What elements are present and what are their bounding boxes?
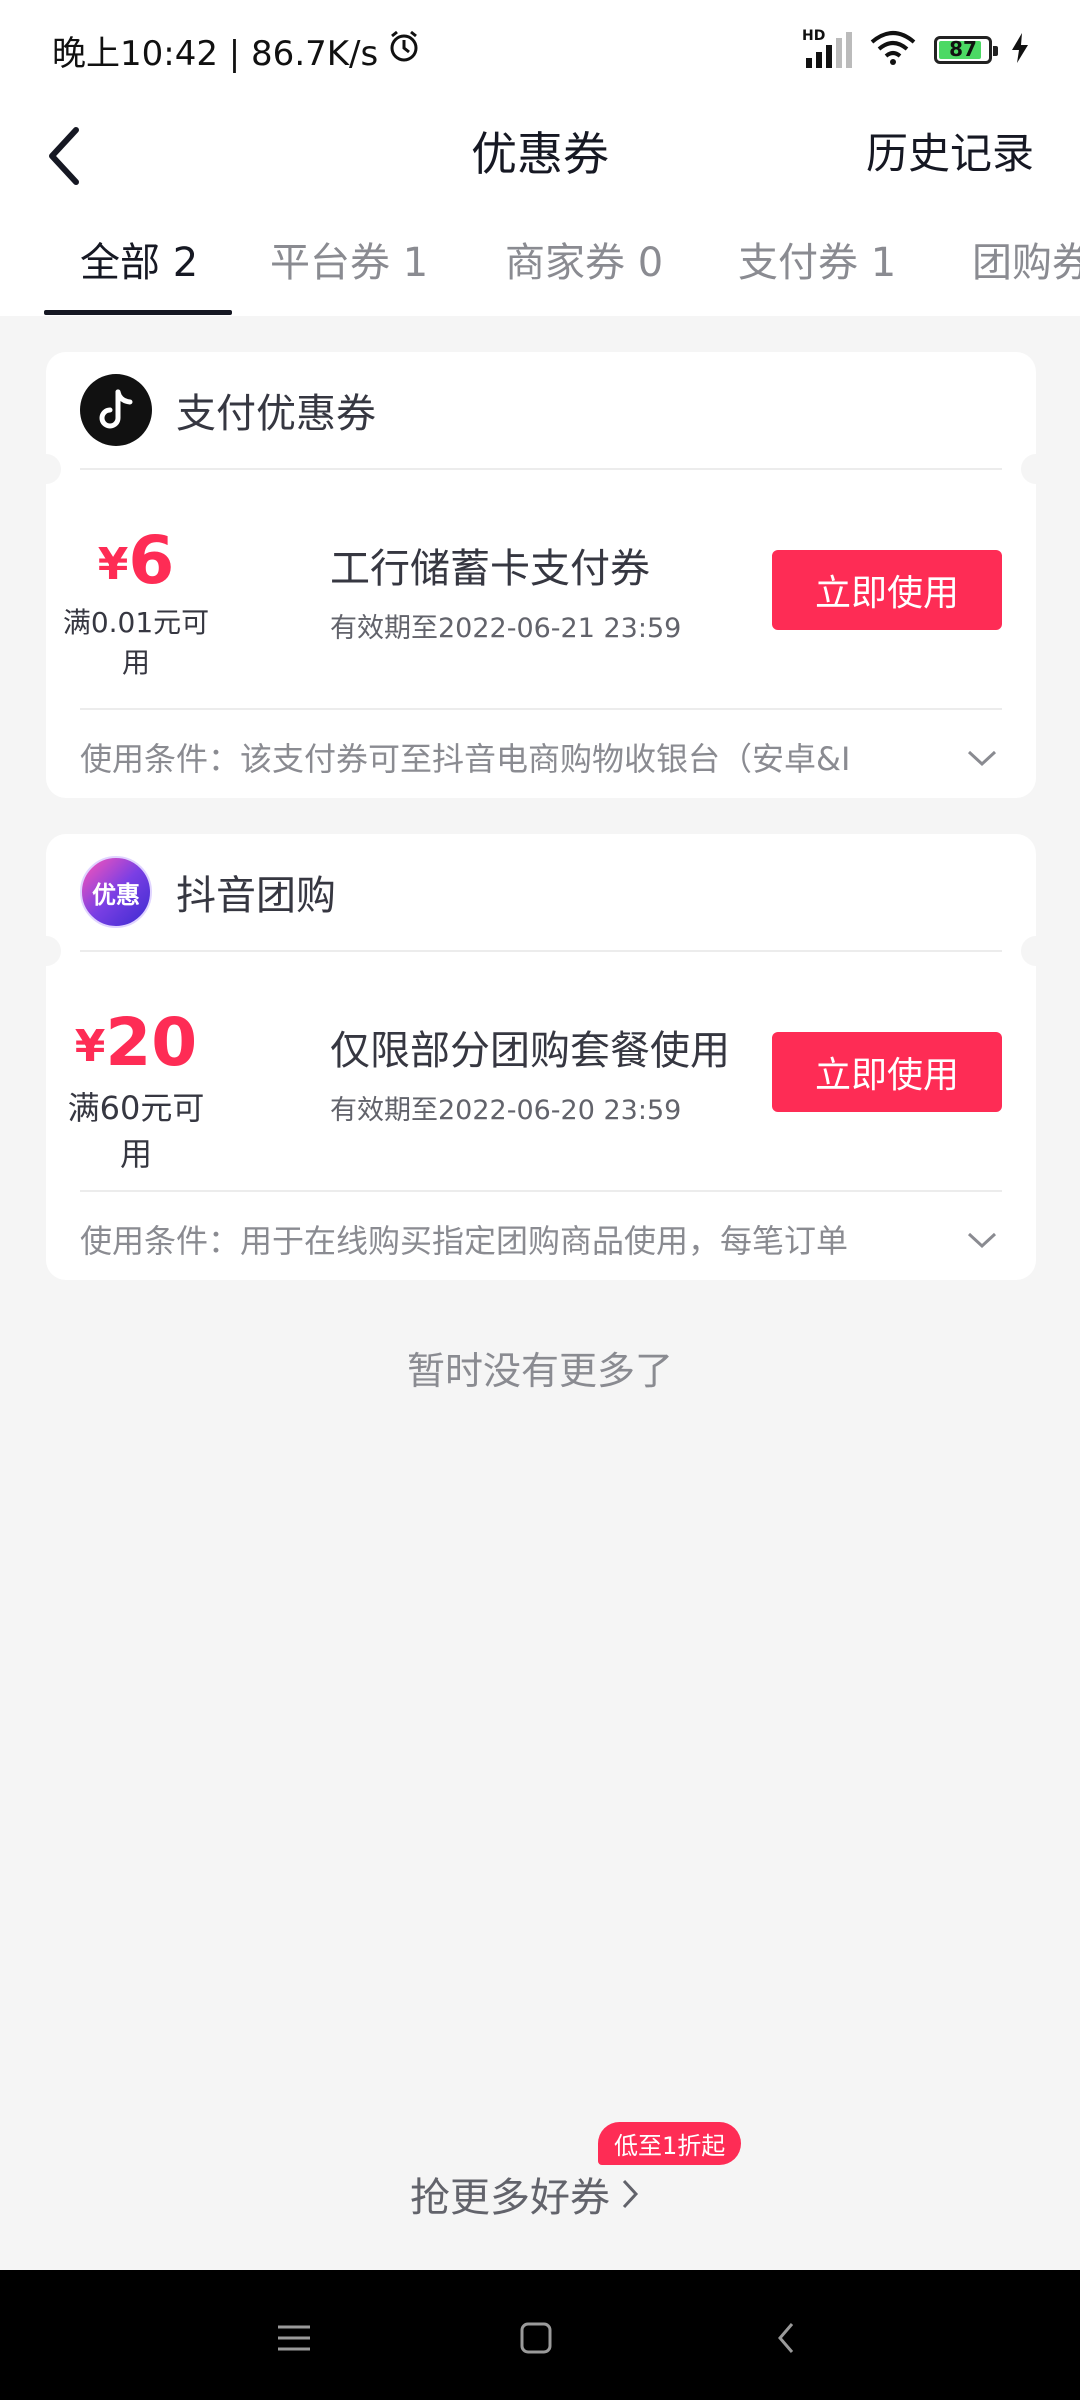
- amount-value: ¥6: [56, 522, 216, 599]
- tab-merchant[interactable]: 商家券 0: [505, 230, 663, 288]
- signal-icon: HD: [802, 28, 852, 68]
- currency-symbol: ¥: [97, 539, 129, 590]
- battery-cap: [993, 46, 998, 56]
- wifi-icon: [870, 30, 916, 70]
- logo-text: 优惠: [92, 880, 140, 909]
- coupon-amount: ¥6 满0.01元可用: [56, 522, 216, 681]
- douyin-logo-icon: [80, 374, 152, 446]
- chevron-right-icon: [622, 2179, 639, 2209]
- battery-icon: 87: [934, 36, 998, 64]
- tab-indicator: [44, 310, 232, 315]
- youhui-logo-icon: 优惠: [80, 856, 152, 928]
- tab-all[interactable]: 全部 2: [80, 230, 198, 288]
- status-bar: 晚上10:42 | 86.7K/s HD 87: [0, 0, 1080, 100]
- amount-value: ¥20: [56, 1004, 216, 1081]
- network-label: HD: [802, 28, 826, 44]
- back-arrow-icon: [49, 127, 79, 185]
- card-header: 支付优惠券: [46, 352, 1036, 468]
- tab-groupbuy[interactable]: 团购券: [972, 230, 1080, 288]
- back-icon[interactable]: [756, 2308, 816, 2368]
- divider: [80, 1190, 1002, 1192]
- coupon-expiry: 有效期至2022-06-21 23:59: [330, 613, 682, 644]
- use-now-button[interactable]: 立即使用: [772, 550, 1002, 630]
- promo-badge: 低至1折起: [598, 2122, 742, 2165]
- chevron-down-icon[interactable]: [966, 1230, 998, 1250]
- coupon-amount: ¥20 满60元可用: [56, 1004, 216, 1175]
- coupon-name: 仅限部分团购套餐使用: [330, 1028, 730, 1074]
- amount-number: 20: [105, 1004, 198, 1081]
- chevron-down-icon[interactable]: [966, 748, 998, 768]
- coupon-name: 工行储蓄卡支付券: [330, 546, 650, 592]
- amount-condition: 满0.01元可用: [62, 606, 210, 679]
- divider: [80, 950, 1002, 952]
- amount-number: 6: [128, 522, 175, 599]
- card-notch: [31, 454, 61, 484]
- no-more-text: 暂时没有更多了: [406, 1349, 673, 1393]
- usage-terms: 使用条件：用于在线购买指定团购商品使用，每笔订单: [80, 1222, 849, 1260]
- currency-symbol: ¥: [74, 1021, 106, 1072]
- more-coupons-link[interactable]: 抢更多好券: [410, 2165, 640, 2223]
- card-header: 优惠 抖音团购: [46, 834, 1036, 950]
- home-icon[interactable]: [506, 2308, 566, 2368]
- amount-condition: 满60元可用: [67, 1089, 205, 1173]
- coupon-card: 优惠 抖音团购 ¥20 满60元可用 仅限部分团购套餐使用 有效期至2022-0…: [31, 834, 1051, 1280]
- card-section-title: 支付优惠券: [176, 391, 376, 437]
- use-now-button[interactable]: 立即使用: [772, 1032, 1002, 1112]
- coupon-card: 支付优惠券 ¥6 满0.01元可用 工行储蓄卡支付券 有效期至2022-06-2…: [31, 352, 1051, 798]
- status-left: 晚上10:42 | 86.7K/s: [52, 26, 422, 75]
- status-right: HD 87: [802, 28, 1030, 70]
- system-navigation-bar: [0, 2270, 1080, 2400]
- more-coupons-label: 抢更多好券: [410, 2175, 610, 2221]
- menu-icon[interactable]: [264, 2308, 324, 2368]
- card-section-title: 抖音团购: [176, 873, 336, 919]
- divider: [80, 708, 1002, 710]
- battery-level: 87: [949, 37, 977, 61]
- tab-platform[interactable]: 平台券 1: [270, 230, 428, 288]
- back-button[interactable]: [40, 120, 100, 190]
- divider: [80, 468, 1002, 470]
- coupon-expiry: 有效期至2022-06-20 23:59: [330, 1095, 682, 1126]
- usage-terms: 使用条件：该支付券可至抖音电商购物收银台（安卓&I: [80, 740, 851, 778]
- tab-payment[interactable]: 支付券 1: [738, 230, 896, 288]
- alarm-icon: [386, 28, 422, 73]
- history-link[interactable]: 历史记录: [866, 120, 1034, 181]
- status-time: 晚上10:42 | 86.7K/s: [52, 34, 379, 74]
- navigation-bar: 优惠券 历史记录: [0, 100, 1080, 210]
- coupon-tabs: 全部 2 平台券 1 商家券 0 支付券 1 团购券: [0, 210, 1080, 316]
- card-notch: [1021, 454, 1051, 484]
- card-notch: [1021, 936, 1051, 966]
- card-notch: [31, 936, 61, 966]
- charging-icon: [1010, 33, 1030, 67]
